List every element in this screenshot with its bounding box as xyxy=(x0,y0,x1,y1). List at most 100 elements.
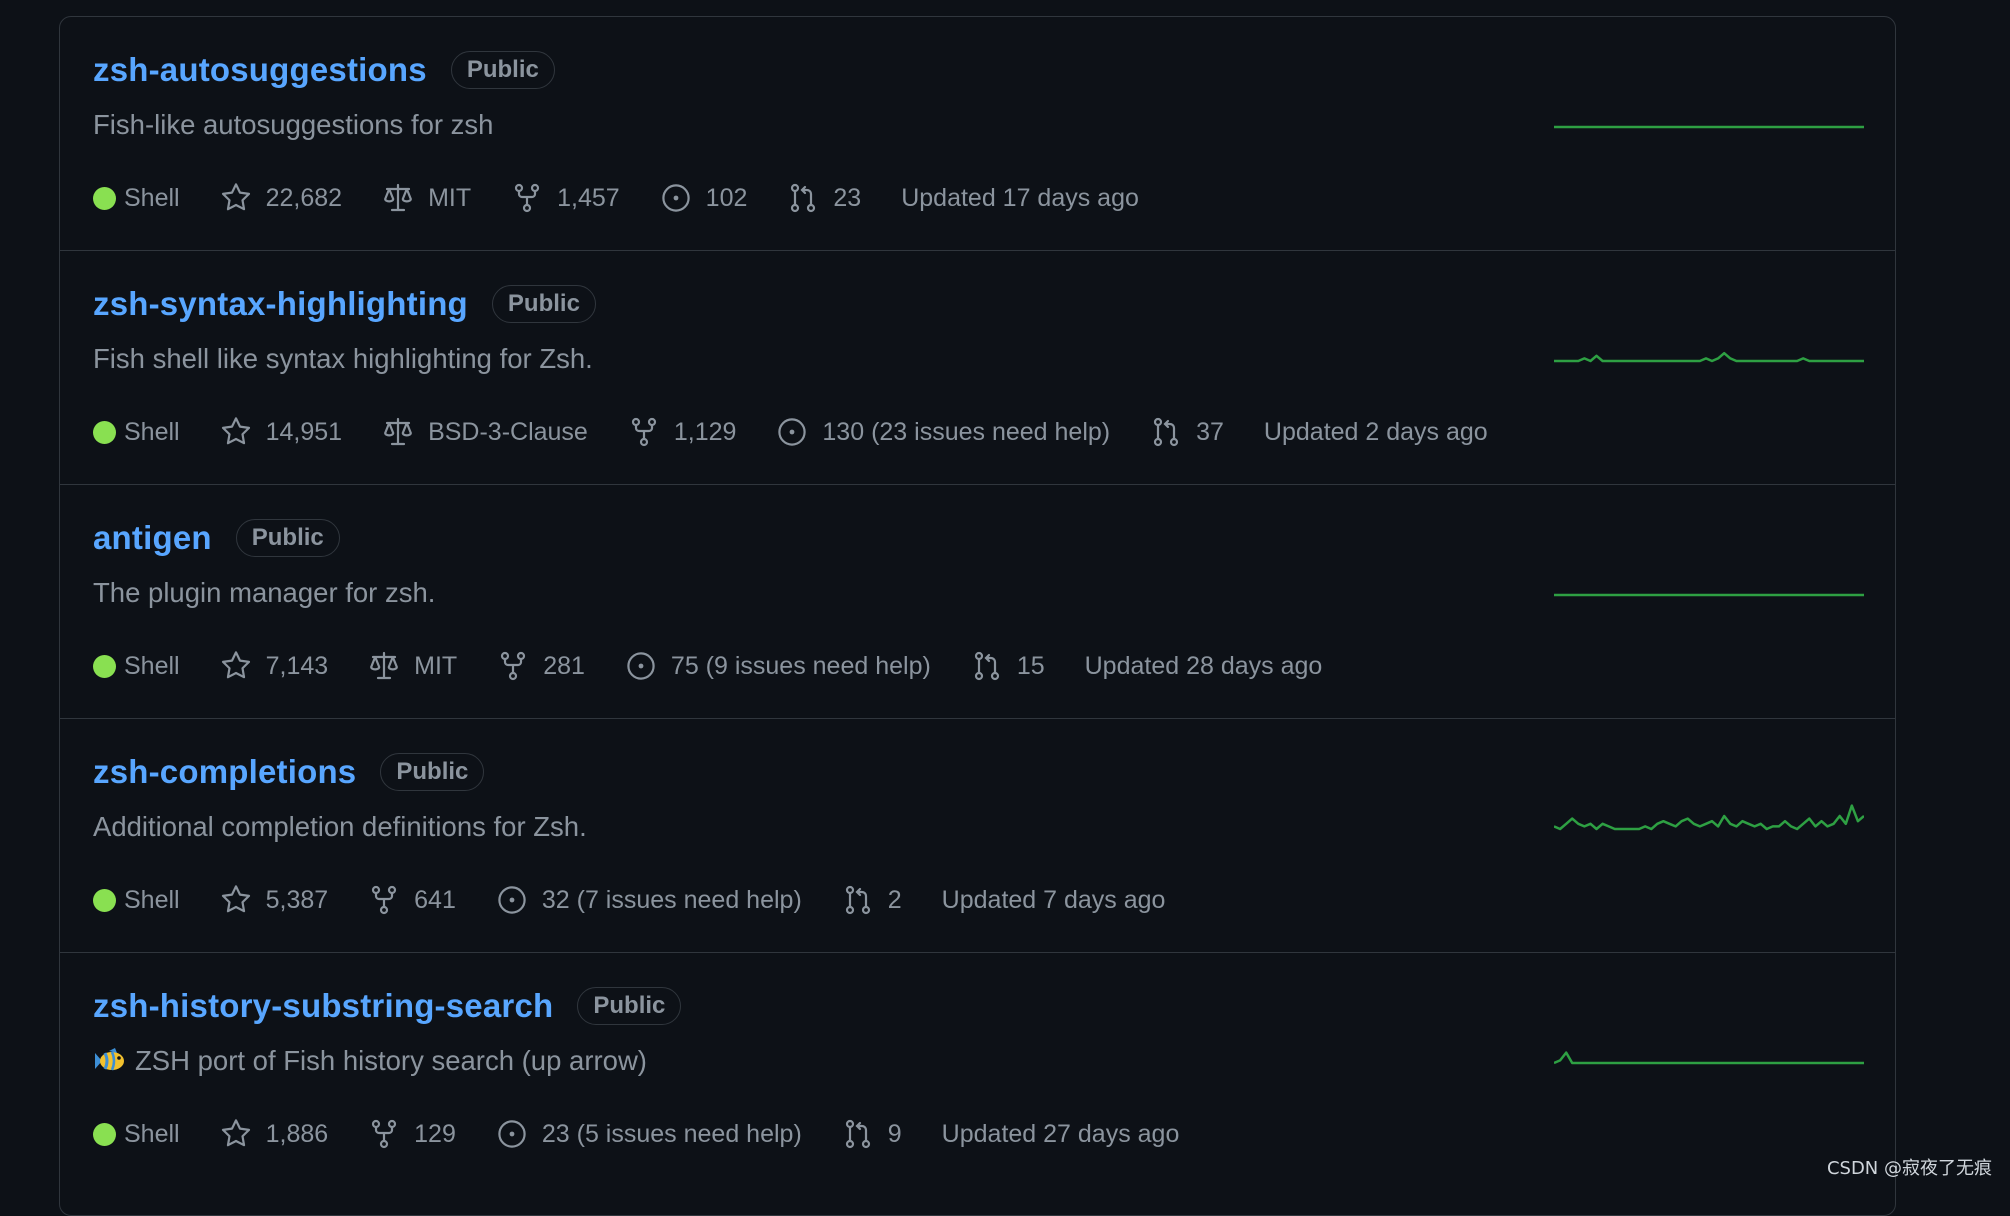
fork-icon xyxy=(515,183,540,213)
repo-name-link[interactable]: zsh-completions xyxy=(93,753,356,791)
watermark: CSDN @寂夜了无痕 xyxy=(1826,1158,1992,1179)
language: Shell xyxy=(93,886,180,915)
stars-count: 22,682 xyxy=(265,183,343,212)
repo-name-link[interactable]: antigen xyxy=(93,519,212,557)
language-color-dot xyxy=(93,1122,116,1146)
forks-count: 281 xyxy=(543,651,585,680)
pull-requests-link[interactable]: 37 xyxy=(1150,416,1224,448)
language: Shell xyxy=(93,184,180,213)
stars-link[interactable]: 7,143 xyxy=(220,650,328,682)
forks-link[interactable]: 1,457 xyxy=(511,182,620,214)
description-text: The plugin manager for zsh. xyxy=(93,577,436,608)
star-icon xyxy=(221,651,250,679)
star-icon xyxy=(221,1119,250,1147)
issues-count: 75 (9 issues need help) xyxy=(670,651,931,680)
star-icon xyxy=(221,183,250,211)
forks-link[interactable]: 641 xyxy=(368,884,456,916)
pull-requests-link[interactable]: 9 xyxy=(842,1118,902,1150)
issues-count: 23 (5 issues need help) xyxy=(541,1119,802,1148)
stars-link[interactable]: 5,387 xyxy=(220,884,329,916)
repo-description: Additional completion definitions for Zs… xyxy=(93,811,587,843)
pull-requests-link[interactable]: 2 xyxy=(842,884,902,916)
description-text: Fish-like autosuggestions for zsh xyxy=(93,109,494,140)
repo-description: Fish-like autosuggestions for zsh xyxy=(93,109,493,141)
repo-meta: Shell 7,143 MIT 281 75 (9 issues need he… xyxy=(93,650,1322,682)
pull-request-icon xyxy=(791,183,816,213)
forks-count: 641 xyxy=(414,885,456,914)
description-text: Additional completion definitions for Zs… xyxy=(93,811,587,842)
activity-sparkline xyxy=(1554,125,1864,129)
law-icon xyxy=(384,417,412,446)
activity-sparkline xyxy=(1554,593,1864,597)
pull-request-icon xyxy=(974,651,999,681)
issues-count: 32 (7 issues need help) xyxy=(541,885,802,914)
language: Shell xyxy=(93,418,180,447)
updated-timestamp: Updated 17 days ago xyxy=(901,183,1139,212)
updated-timestamp: Updated 2 days ago xyxy=(1263,417,1488,446)
issues-link[interactable]: 102 xyxy=(660,182,747,214)
issue-icon xyxy=(778,418,807,446)
issue-icon xyxy=(498,886,526,914)
language-color-dot xyxy=(93,654,116,678)
pull-requests-link[interactable]: 23 xyxy=(787,182,861,214)
pull-requests-count: 23 xyxy=(833,183,862,212)
pull-requests-count: 37 xyxy=(1196,417,1224,446)
language-name: Shell xyxy=(124,417,180,446)
fork-icon xyxy=(372,1119,397,1149)
license-name: MIT xyxy=(428,183,472,212)
sparkline-path xyxy=(1554,351,1864,363)
forks-link[interactable]: 1,129 xyxy=(628,416,736,448)
repo-item: zsh-syntax-highlighting Public Fish shel… xyxy=(60,251,1895,485)
language: Shell xyxy=(93,652,180,681)
law-icon xyxy=(384,183,412,212)
updated-timestamp: Updated 7 days ago xyxy=(941,885,1166,914)
repo-name-link[interactable]: zsh-history-substring-search xyxy=(93,987,553,1025)
issue-icon xyxy=(498,1120,526,1148)
repo-name-link[interactable]: zsh-syntax-highlighting xyxy=(93,285,468,323)
forks-count: 1,457 xyxy=(557,183,620,212)
stars-count: 1,886 xyxy=(265,1119,329,1148)
repo-name-link[interactable]: zsh-autosuggestions xyxy=(93,51,427,89)
pull-requests-link[interactable]: 15 xyxy=(971,650,1045,682)
stars-count: 14,951 xyxy=(265,417,343,446)
updated-timestamp: Updated 27 days ago xyxy=(941,1119,1180,1148)
language-color-dot xyxy=(93,186,116,210)
repo-description: ZSH port of Fish history search (up arro… xyxy=(93,1045,647,1077)
issue-icon xyxy=(627,652,655,680)
fork-icon xyxy=(631,417,656,447)
issues-link[interactable]: 130 (23 issues need help) xyxy=(776,416,1110,448)
sparkline-path xyxy=(1554,804,1864,831)
language-color-dot xyxy=(93,888,116,912)
visibility-badge: Public xyxy=(491,285,596,323)
forks-link[interactable]: 129 xyxy=(368,1118,456,1150)
language-color-dot xyxy=(93,420,116,444)
forks-count: 129 xyxy=(414,1119,456,1148)
visibility-badge: Public xyxy=(450,51,555,89)
description-text: Fish shell like syntax highlighting for … xyxy=(93,343,593,374)
stars-link[interactable]: 22,682 xyxy=(220,182,342,214)
repo-meta: Shell 1,886 129 23 (5 issues need help) … xyxy=(93,1118,1179,1150)
license-name: MIT xyxy=(414,651,458,680)
language-name: Shell xyxy=(124,651,180,680)
license: MIT xyxy=(382,182,471,214)
language-name: Shell xyxy=(124,1119,180,1148)
repo-description: The plugin manager for zsh. xyxy=(93,577,435,609)
issue-icon xyxy=(661,184,690,212)
forks-link[interactable]: 281 xyxy=(497,650,585,682)
visibility-badge: Public xyxy=(235,519,340,557)
pull-requests-count: 2 xyxy=(887,885,902,914)
repository-list: zsh-autosuggestions Public Fish-like aut… xyxy=(59,16,1896,1216)
language-name: Shell xyxy=(124,885,180,914)
issues-link[interactable]: 75 (9 issues need help) xyxy=(625,650,931,682)
stars-count: 5,387 xyxy=(265,885,329,914)
issues-link[interactable]: 23 (5 issues need help) xyxy=(496,1118,802,1150)
repo-item: zsh-completions Public Additional comple… xyxy=(60,719,1895,953)
pull-request-icon xyxy=(845,885,870,915)
stars-link[interactable]: 1,886 xyxy=(220,1118,329,1150)
stars-link[interactable]: 14,951 xyxy=(220,416,342,448)
pull-requests-count: 9 xyxy=(887,1119,902,1148)
repo-item: zsh-history-substring-search Public ZSH … xyxy=(60,953,1895,1187)
language: Shell xyxy=(93,1120,180,1149)
description-text: ZSH port of Fish history search (up arro… xyxy=(135,1045,647,1076)
issues-link[interactable]: 32 (7 issues need help) xyxy=(496,884,802,916)
